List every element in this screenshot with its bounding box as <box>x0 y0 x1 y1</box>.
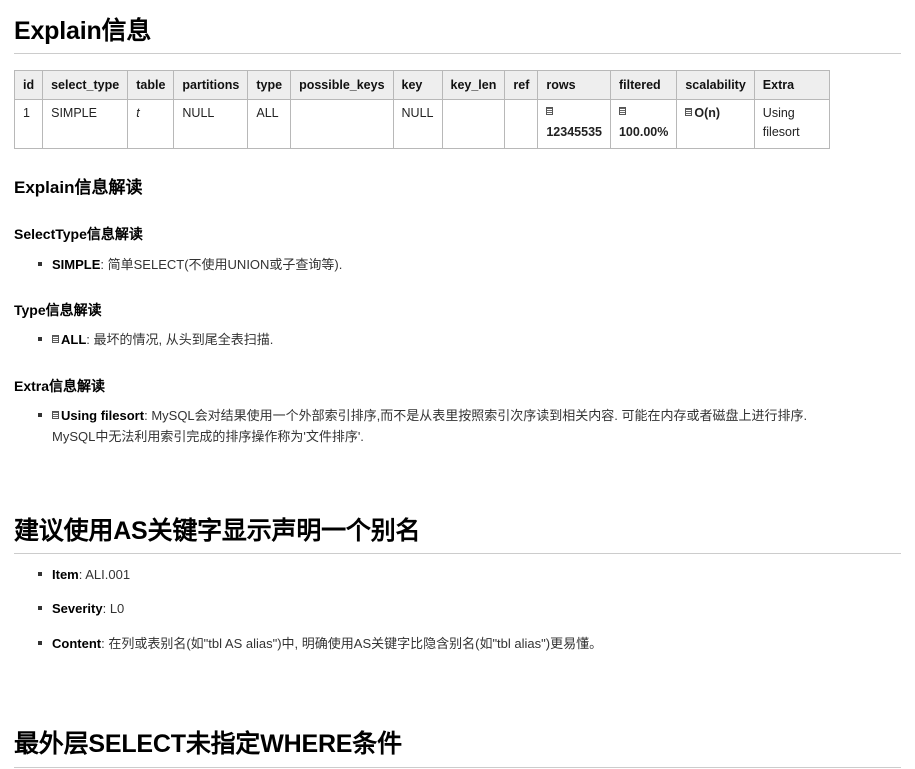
as-keyword-list: Item: ALI.001 Severity: L0 Content: 在列或表… <box>14 564 901 654</box>
column-header-extra: Extra <box>753 70 830 101</box>
page-title-as-keyword: 建议使用AS关键字显示声明一个别名 <box>14 516 901 555</box>
explain-table-body: 1 SIMPLE t NULL ALL NULL 12345535 100.00… <box>13 99 830 150</box>
type-list: ALL: 最坏的情况, 从头到尾全表扫描. <box>14 329 901 350</box>
cell-select-type: SIMPLE <box>42 99 129 150</box>
list-item-description: MySQL会对结果使用一个外部索引排序,而不是从表里按照索引次序读到相关内容. … <box>52 407 808 445</box>
cell-rows-value: 12345535 <box>546 124 602 139</box>
cell-rows: 12345535 <box>537 99 611 150</box>
cell-table: t <box>127 99 175 150</box>
subsection-title-type: Type信息解读 <box>14 302 102 319</box>
list-item: Item: ALI.001 <box>38 564 901 585</box>
list-item: Severity: L0 <box>38 598 901 619</box>
list-item-description: 简单SELECT(不使用UNION或子查询等). <box>107 256 343 272</box>
column-header-select-type: select_type <box>42 70 129 101</box>
column-header-key-len: key_len <box>441 70 506 101</box>
missing-glyph-icon <box>52 335 59 344</box>
list-item: Using filesort: MySQL会对结果使用一个外部索引排序,而不是从… <box>38 405 842 448</box>
table-row: 1 SIMPLE t NULL ALL NULL 12345535 100.00… <box>13 99 830 150</box>
subsection-title-select-type: SelectType信息解读 <box>14 226 143 243</box>
select-type-list: SIMPLE: 简单SELECT(不使用UNION或子查询等). <box>14 254 901 275</box>
document-page: Explain信息 id select_type table partition… <box>0 16 915 768</box>
column-header-partitions: partitions <box>173 70 249 101</box>
list-item-separator: : <box>100 256 108 272</box>
list-item-term: Severity <box>52 601 103 617</box>
subsection-title-extra: Extra信息解读 <box>14 377 106 394</box>
list-item-separator: : <box>102 601 110 617</box>
column-header-key: key <box>392 70 443 101</box>
list-item-term: Using filesort <box>61 407 145 423</box>
list-item-separator: : <box>86 332 94 348</box>
table-header-row: id select_type table partitions type pos… <box>13 70 830 101</box>
list-item-description: 最坏的情况, 从头到尾全表扫描. <box>93 332 274 348</box>
cell-partitions: NULL <box>173 99 249 150</box>
column-header-rows: rows <box>537 70 611 101</box>
column-header-scalability: scalability <box>676 70 755 101</box>
column-header-filtered: filtered <box>609 70 678 101</box>
missing-glyph-icon <box>685 108 693 117</box>
cell-ref <box>504 99 539 150</box>
cell-type: ALL <box>247 99 292 150</box>
column-header-possible-keys: possible_keys <box>290 70 394 101</box>
missing-glyph-icon <box>546 107 554 116</box>
missing-glyph-icon <box>618 107 626 116</box>
column-header-type: type <box>247 70 292 101</box>
column-header-ref: ref <box>504 70 539 101</box>
column-header-id: id <box>13 70 44 101</box>
cell-scalability-value: O(n) <box>694 106 721 121</box>
cell-scalability: O(n) <box>676 99 755 150</box>
list-item: SIMPLE: 简单SELECT(不使用UNION或子查询等). <box>38 254 901 275</box>
list-item-description: L0 <box>109 601 125 617</box>
extra-list: Using filesort: MySQL会对结果使用一个外部索引排序,而不是从… <box>14 405 901 448</box>
cell-id: 1 <box>13 99 44 150</box>
list-item: ALL: 最坏的情况, 从头到尾全表扫描. <box>38 329 901 350</box>
cell-key: NULL <box>392 99 443 150</box>
cell-extra: Using filesort <box>753 99 830 150</box>
list-item-description: ALI.001 <box>85 567 131 583</box>
missing-glyph-icon <box>52 410 59 419</box>
cell-key-len <box>441 99 506 150</box>
list-item-term: Item <box>52 567 79 583</box>
list-item-term: ALL <box>61 332 87 348</box>
cell-filtered-value: 100.00% <box>618 124 669 139</box>
column-header-table: table <box>127 70 175 101</box>
list-item-term: SIMPLE <box>52 256 101 272</box>
explain-table: id select_type table partitions type pos… <box>13 70 830 150</box>
list-item-description: 在列或表别名(如"tbl AS alias")中, 明确使用AS关键字比隐含别名… <box>108 635 603 651</box>
list-item-term: Content <box>52 635 102 651</box>
explain-table-head: id select_type table partitions type pos… <box>13 70 830 101</box>
section-title-explain-interpretation: Explain信息解读 <box>14 178 143 198</box>
list-item: Content: 在列或表别名(如"tbl AS alias")中, 明确使用A… <box>38 633 901 654</box>
page-title-explain-info: Explain信息 <box>14 16 901 55</box>
page-title-no-where-condition: 最外层SELECT未指定WHERE条件 <box>14 729 901 768</box>
cell-filtered: 100.00% <box>609 99 678 150</box>
cell-possible-keys <box>290 99 394 150</box>
